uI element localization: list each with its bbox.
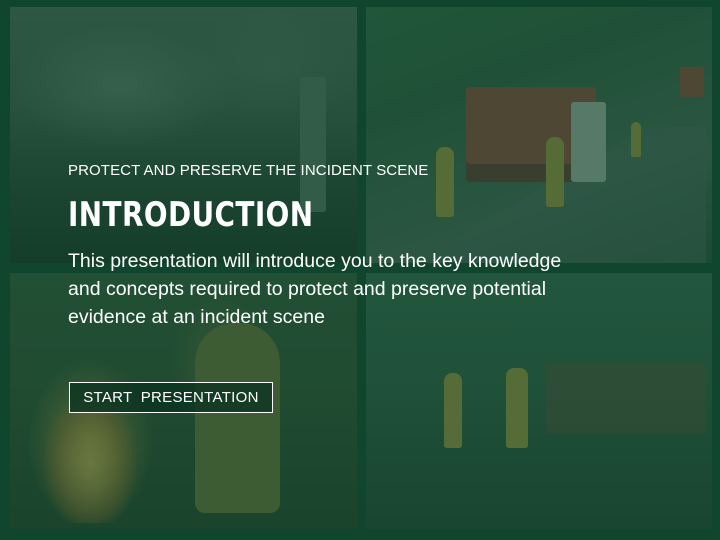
slide-title: INTRODUCTION <box>68 195 314 235</box>
slide-stage: PROTECT AND PRESERVE THE INCIDENT SCENE … <box>0 0 720 540</box>
slide-eyebrow: PROTECT AND PRESERVE THE INCIDENT SCENE <box>68 162 429 179</box>
start-presentation-button[interactable]: START PRESENTATION <box>69 382 273 413</box>
slide-content: PROTECT AND PRESERVE THE INCIDENT SCENE … <box>68 162 668 331</box>
slide-description: This presentation will introduce you to … <box>68 250 562 328</box>
